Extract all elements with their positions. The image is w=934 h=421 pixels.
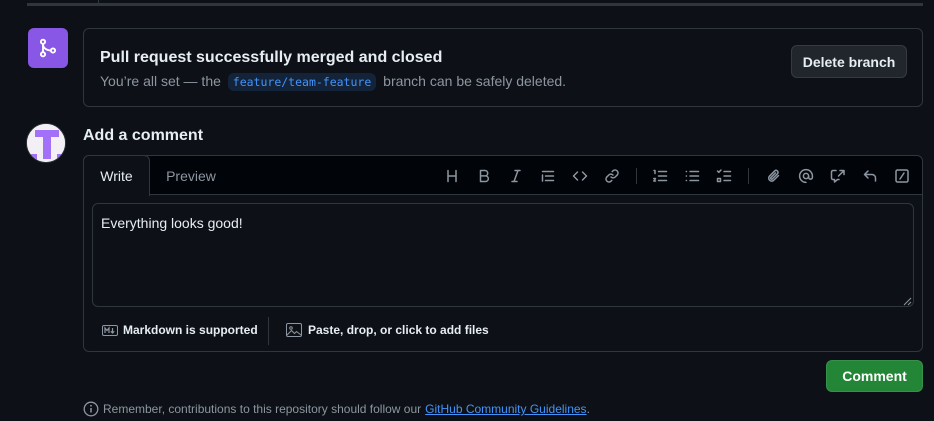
- unordered-list-icon[interactable]: [681, 165, 703, 187]
- community-guidelines-link[interactable]: GitHub Community Guidelines: [425, 402, 586, 416]
- merge-icon: [28, 28, 68, 68]
- branch-name: feature/team-feature: [227, 73, 377, 91]
- merged-desc-prefix: You’re all set — the: [100, 73, 221, 89]
- add-comment-heading: Add a comment: [83, 127, 204, 144]
- heading-icon[interactable]: [441, 165, 463, 187]
- community-guidelines-note: Remember, contributions to this reposito…: [83, 401, 590, 417]
- markdown-hint-label: Markdown is supported: [123, 323, 258, 337]
- avatar[interactable]: [26, 123, 66, 163]
- footer-separator: [268, 317, 269, 345]
- bold-icon[interactable]: [473, 165, 495, 187]
- guidelines-suffix: .: [586, 402, 590, 416]
- merged-description: You’re all set — the feature/team-featur…: [100, 73, 567, 91]
- mention-icon[interactable]: [795, 165, 817, 187]
- info-icon: [83, 401, 99, 417]
- timeline-divider: [27, 3, 923, 6]
- cross-reference-icon[interactable]: [827, 165, 849, 187]
- comment-body-input[interactable]: Everything looks good!: [92, 203, 914, 307]
- task-list-icon[interactable]: [713, 165, 735, 187]
- editor-footer: Markdown is supported Paste, drop, or cl…: [84, 311, 922, 351]
- toolbar-separator: [748, 168, 749, 184]
- comment-editor: Write Preview Everything looks good! Mar…: [83, 155, 923, 352]
- delete-branch-button[interactable]: Delete branch: [791, 45, 907, 78]
- timeline-tick: [98, 0, 99, 6]
- link-icon[interactable]: [601, 165, 623, 187]
- guidelines-prefix: Remember, contributions to this reposito…: [103, 402, 422, 416]
- reply-icon[interactable]: [859, 165, 881, 187]
- resize-grip-icon[interactable]: [902, 296, 912, 306]
- image-icon: [286, 323, 302, 337]
- toolbar-separator: [636, 168, 637, 184]
- comment-submit-button[interactable]: Comment: [826, 360, 923, 392]
- attach-icon[interactable]: [763, 165, 785, 187]
- editor-tabbar: Write Preview: [83, 155, 922, 196]
- merged-title: Pull request successfully merged and clo…: [100, 49, 443, 66]
- tab-write[interactable]: Write: [83, 155, 150, 196]
- ordered-list-icon[interactable]: [649, 165, 671, 187]
- merged-desc-suffix: branch can be safely deleted.: [383, 73, 567, 89]
- markdown-icon: [102, 324, 118, 336]
- markdown-hint[interactable]: Markdown is supported: [102, 323, 258, 337]
- code-icon[interactable]: [569, 165, 591, 187]
- merged-status-box: Pull request successfully merged and clo…: [83, 28, 923, 107]
- tab-preview[interactable]: Preview: [150, 156, 232, 195]
- attach-files-hint[interactable]: Paste, drop, or click to add files: [286, 323, 489, 337]
- slash-command-icon[interactable]: [891, 165, 913, 187]
- attach-files-label: Paste, drop, or click to add files: [308, 323, 489, 337]
- italic-icon[interactable]: [505, 165, 527, 187]
- quote-icon[interactable]: [537, 165, 559, 187]
